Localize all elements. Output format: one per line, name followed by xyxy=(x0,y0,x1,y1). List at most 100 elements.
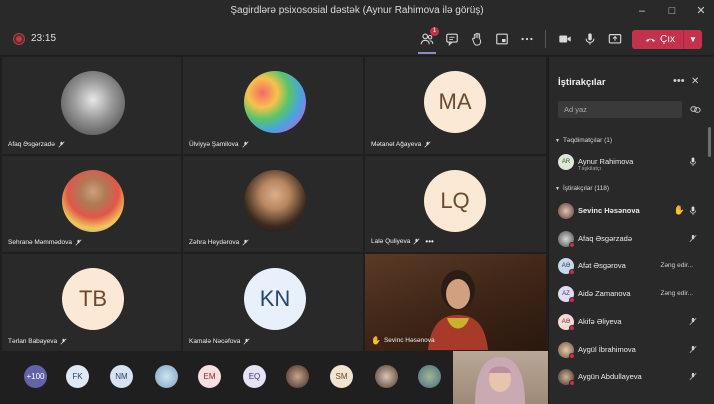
strip-avatar[interactable] xyxy=(155,365,178,388)
participant-name: Aynur Rahimova xyxy=(578,157,634,166)
status-badge xyxy=(569,325,575,331)
mic-off-icon xyxy=(689,345,697,353)
rooms-button[interactable] xyxy=(493,30,511,48)
participant-row[interactable]: AR Aynur Rahimova Təşkilatçı xyxy=(549,151,709,175)
participant-name: Sevinc Həsənova xyxy=(578,206,640,215)
participant-tile[interactable]: KN Kamalə Nəcəfova xyxy=(183,254,363,351)
more-icon[interactable]: ••• xyxy=(425,237,433,246)
share-invite-icon[interactable] xyxy=(690,104,701,115)
chevron-down-icon: ▼ xyxy=(555,137,560,144)
participant-name: Lalə Quliyeva xyxy=(371,238,411,245)
participant-tile[interactable]: MA Mətanət Ağayeva xyxy=(365,57,546,154)
share-icon xyxy=(608,34,622,44)
mic-off-icon xyxy=(58,141,65,148)
camera-icon xyxy=(559,35,571,43)
active-indicator xyxy=(418,52,436,54)
self-video-preview[interactable] xyxy=(453,351,548,404)
mic-off-icon xyxy=(689,317,697,325)
participant-row[interactable]: AƏ Akifə Əliyeva xyxy=(549,311,709,335)
participant-name: Afaq Əsgərzadə xyxy=(8,141,55,148)
leave-button[interactable]: Çıx ▼ xyxy=(632,30,702,49)
mic-off-icon xyxy=(413,238,420,245)
strip-avatar[interactable]: SM xyxy=(330,365,353,388)
call-status: Zəng edir... xyxy=(660,290,693,297)
participant-name: Akifə Əliyeva xyxy=(578,317,622,326)
strip-avatar[interactable]: NM xyxy=(110,365,133,388)
strip-avatar[interactable]: EM xyxy=(198,365,221,388)
microphone-button[interactable] xyxy=(581,30,599,48)
microphone-icon xyxy=(585,33,595,45)
window-title-bar: Şagirdlərə psixososial dəstək (Aynur Rah… xyxy=(0,0,714,22)
chat-button[interactable] xyxy=(443,30,461,48)
participant-tile[interactable]: Sehranə Məmmədova xyxy=(2,156,181,252)
participant-tile[interactable]: Zəhra Heydərova xyxy=(183,156,363,252)
more-actions-button[interactable] xyxy=(518,30,536,48)
microphone-icon xyxy=(689,206,697,215)
participant-name: Zəhra Heydərova xyxy=(189,239,240,246)
more-icon[interactable]: ••• xyxy=(673,75,685,87)
attendees-section-header[interactable]: ▼ İştirakçılar (118) xyxy=(555,185,609,192)
participant-video-tile[interactable]: ✋ Sevinc Həsənova xyxy=(365,254,546,351)
minimize-icon[interactable]: – xyxy=(634,3,650,19)
raise-hand-button[interactable] xyxy=(468,30,486,48)
participant-tile[interactable]: Ülviyyə Şamilova xyxy=(183,57,363,154)
chat-icon xyxy=(446,33,458,46)
participant-tile[interactable]: Afaq Əsgərzadə xyxy=(2,57,181,154)
breakout-rooms-icon xyxy=(496,33,508,45)
participant-search-input[interactable] xyxy=(558,101,682,118)
panel-scrollbar[interactable] xyxy=(708,127,711,157)
hand-icon: ✋ xyxy=(673,205,685,215)
avatar: KN xyxy=(244,268,306,330)
participant-name: Aidə Zamanova xyxy=(578,289,631,298)
strip-avatar[interactable] xyxy=(418,365,441,388)
status-badge xyxy=(569,242,575,248)
avatar: AR xyxy=(558,154,574,170)
window-title: Şagirdlərə psixososial dəstək (Aynur Rah… xyxy=(230,5,484,16)
close-icon[interactable]: ✕ xyxy=(691,76,699,87)
overflow-participants-strip: +100 FK NM EM EQ SM xyxy=(0,351,548,404)
participant-role: Təşkilatçı xyxy=(578,166,602,172)
participant-row[interactable]: Sevinc Həsənova ✋ xyxy=(549,200,709,224)
avatar xyxy=(61,71,125,135)
participant-row[interactable]: Afaq Əsgərzadə xyxy=(549,228,709,252)
phone-hangup-icon xyxy=(646,38,655,42)
participant-row[interactable]: Aygün Abdullayeva xyxy=(549,366,709,390)
participant-name: Ülviyyə Şamilova xyxy=(189,141,239,148)
leave-label: Çıx xyxy=(660,34,675,45)
participant-name: Afaq Əsgərzadə xyxy=(578,234,633,243)
mic-off-icon xyxy=(75,239,82,246)
participant-name: Mətanət Ağayeva xyxy=(371,141,422,148)
share-screen-button[interactable] xyxy=(606,30,624,48)
call-status: Zəng edir... xyxy=(660,262,693,269)
avatar xyxy=(558,203,574,219)
presenters-section-header[interactable]: ▼ Təqdimatçılar (1) xyxy=(555,137,612,144)
mic-off-icon xyxy=(424,141,431,148)
recording-icon xyxy=(14,34,24,44)
participant-row[interactable]: AZ Aidə Zamanova Zəng edir... xyxy=(549,283,709,307)
participants-button[interactable]: 1 xyxy=(418,27,439,48)
strip-avatar[interactable]: EQ xyxy=(243,365,266,388)
participant-name: Afət Əsgərova xyxy=(578,261,626,270)
chevron-down-icon[interactable]: ▼ xyxy=(684,35,702,44)
camera-button[interactable] xyxy=(556,30,574,48)
more-participants-button[interactable]: +100 xyxy=(24,365,47,388)
status-badge xyxy=(569,297,575,303)
strip-avatar[interactable] xyxy=(286,365,309,388)
hand-icon xyxy=(472,32,481,46)
avatar: LQ xyxy=(424,170,486,232)
status-badge xyxy=(569,269,575,275)
status-badge xyxy=(569,380,575,386)
participant-row[interactable]: AƏ Afət Əsgərova Zəng edir... xyxy=(549,255,709,279)
participant-row[interactable]: Aygül İbrahimova xyxy=(549,339,709,363)
avatar xyxy=(244,170,306,232)
strip-avatar[interactable] xyxy=(375,365,398,388)
mic-off-icon xyxy=(689,372,697,380)
participant-tile[interactable]: TB Tərlan Babayeva xyxy=(2,254,181,351)
panel-title: İştirakçılar xyxy=(558,77,606,88)
close-icon[interactable]: ✕ xyxy=(693,3,709,19)
strip-avatar[interactable]: FK xyxy=(66,365,89,388)
status-badge xyxy=(569,353,575,359)
maximize-icon[interactable]: □ xyxy=(664,3,680,19)
participant-tile[interactable]: LQ Lalə Quliyeva ••• xyxy=(365,156,546,252)
mic-off-icon xyxy=(242,239,249,246)
